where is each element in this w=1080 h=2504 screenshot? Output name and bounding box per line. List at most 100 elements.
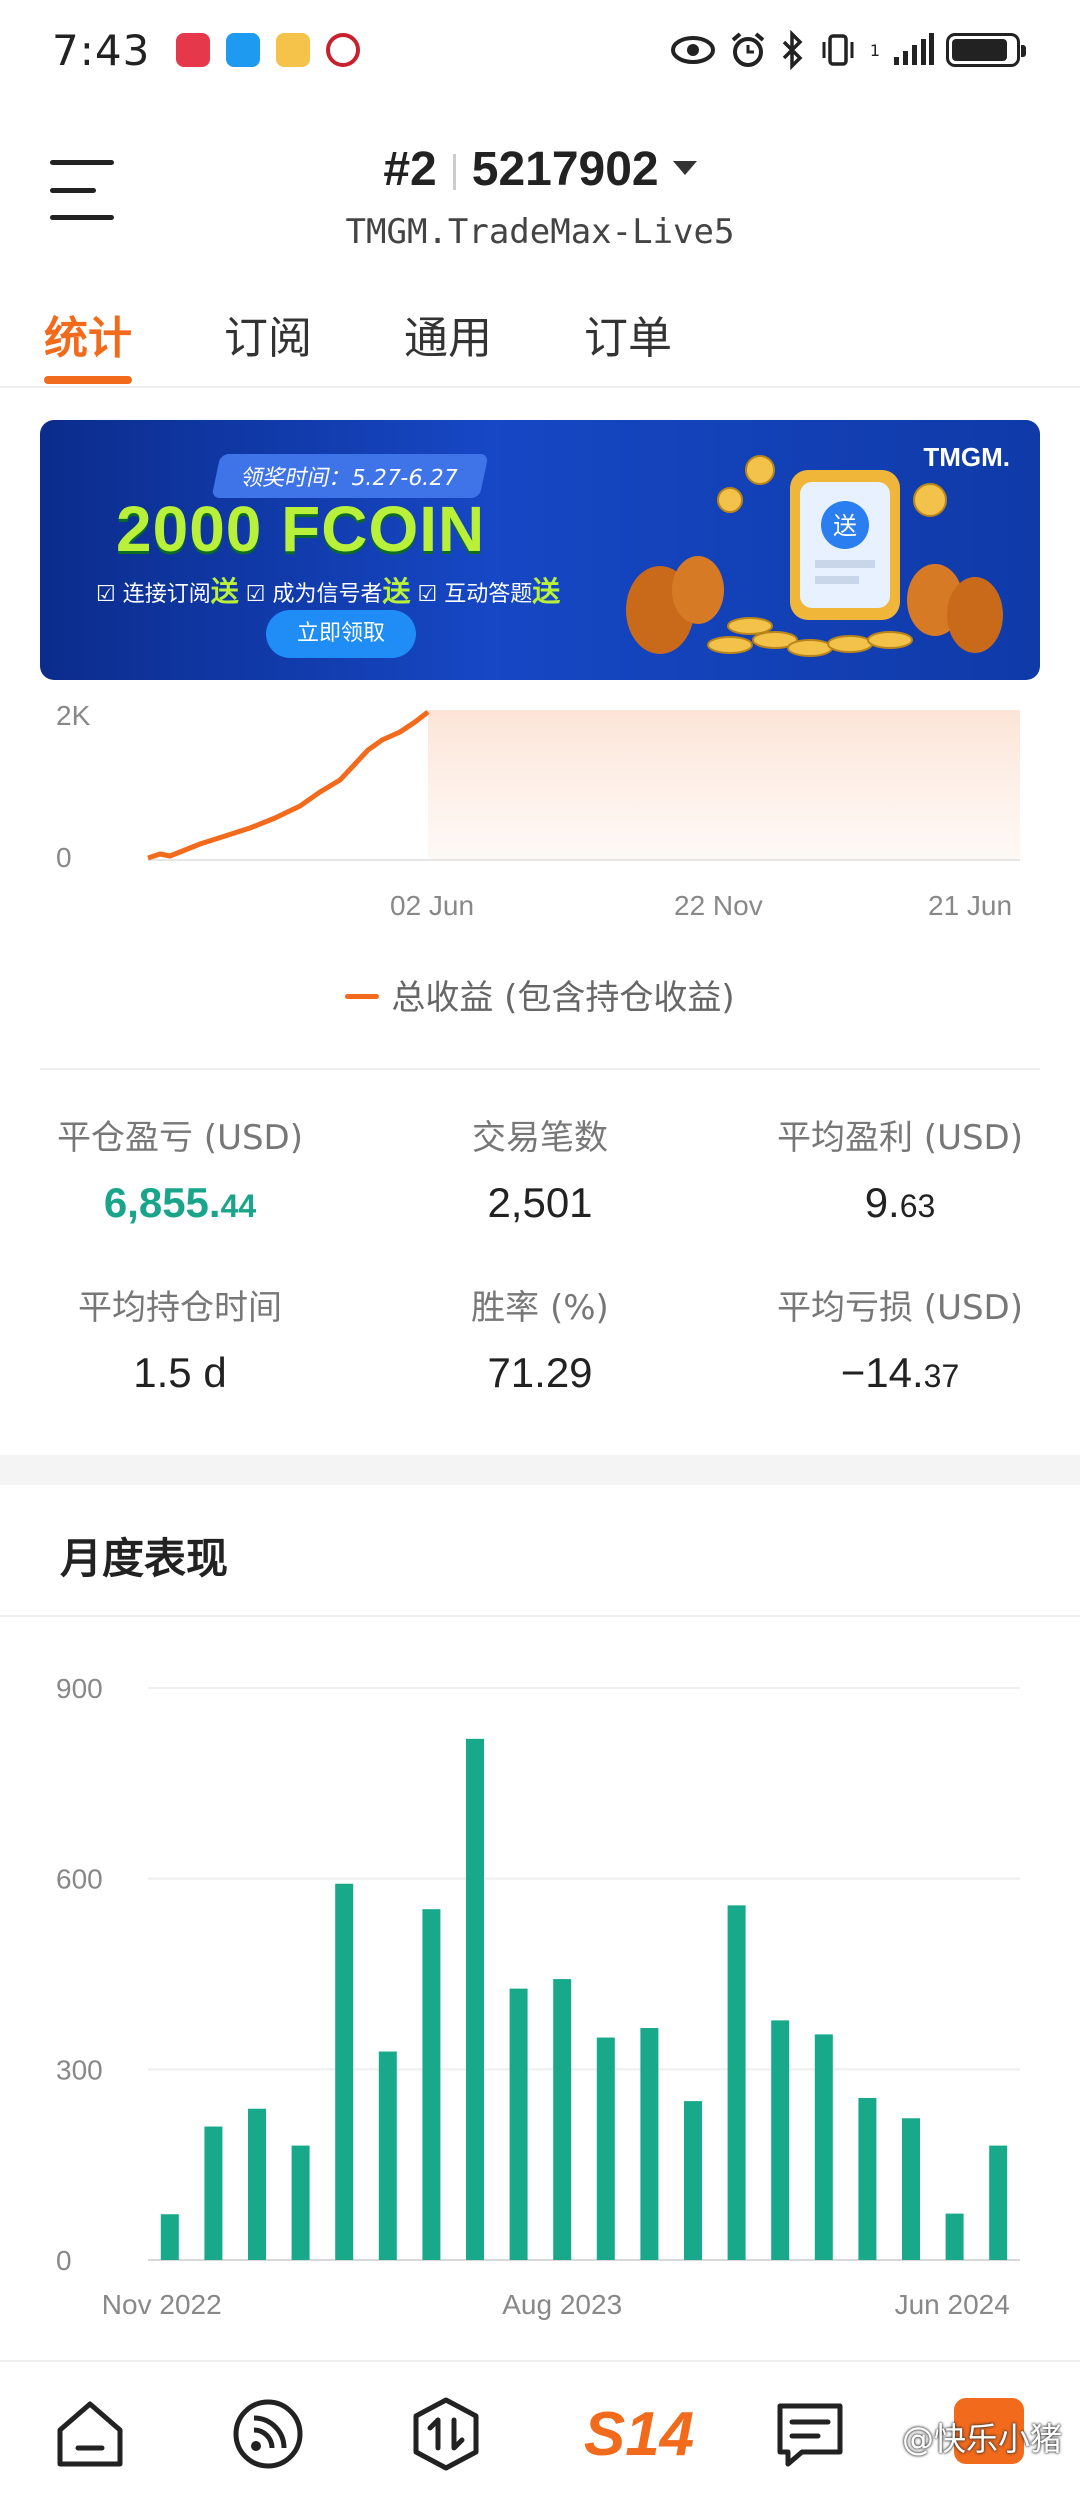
- stat-label: 平均盈利 (USD): [777, 1118, 1023, 1158]
- account-selector[interactable]: #2 5217902: [0, 142, 1080, 197]
- monthly-bar-chart-svg: 900 600 300 0 Nov 2022 Aug 2023 Jun 2024: [56, 1673, 1020, 2320]
- stat-label: 胜率 (%): [471, 1288, 609, 1328]
- bar[interactable]: [291, 2145, 310, 2260]
- stat-label: 平仓盈亏 (USD): [57, 1118, 303, 1158]
- bank-app-icon: [326, 33, 361, 67]
- stat-value: 1.5 d: [133, 1349, 227, 1396]
- stat-value: 6,855.44: [103, 1179, 257, 1226]
- bar[interactable]: [335, 1883, 354, 2260]
- y-tick-label: 0: [56, 2245, 72, 2276]
- stat-closed-pnl: 平仓盈亏 (USD) 6,855.44: [0, 1110, 360, 1227]
- watermark: @快乐小猪: [901, 2420, 1062, 2458]
- stat-value: −14.37: [840, 1349, 960, 1396]
- x-tick-label: Aug 2023: [502, 2289, 622, 2320]
- banner-sub-item: 连接订阅: [122, 582, 211, 607]
- bar[interactable]: [422, 1909, 441, 2260]
- x-tick-label: Nov 2022: [102, 2289, 222, 2320]
- vibrate-icon: [822, 34, 854, 66]
- bar[interactable]: [596, 2037, 615, 2260]
- x-tick-label: Jun 2024: [895, 2289, 1010, 2320]
- divider: [40, 1068, 1040, 1070]
- banner-sub-item: 成为信号者: [272, 582, 383, 607]
- stat-value: 9.63: [864, 1179, 936, 1226]
- check-icon: ☑: [96, 582, 116, 607]
- banner-sub-item: 互动答题: [444, 582, 533, 607]
- game-app-icon: [276, 33, 311, 67]
- bar[interactable]: [640, 2028, 659, 2260]
- caret-down-icon: [672, 161, 697, 176]
- chart-legend[interactable]: 总收益 (包含持仓收益): [0, 970, 1080, 1019]
- equity-line: [147, 710, 430, 861]
- bar[interactable]: [204, 2126, 223, 2260]
- bluetooth-icon: [782, 30, 803, 70]
- tab-general[interactable]: 通用: [404, 288, 492, 388]
- money-bags-illustration: 送: [626, 455, 1003, 657]
- bar[interactable]: [727, 1905, 746, 2260]
- bar[interactable]: [771, 2020, 790, 2260]
- nav-messages[interactable]: [770, 2394, 850, 2474]
- bar[interactable]: [248, 2108, 266, 2260]
- check-icon: ☑: [245, 582, 266, 607]
- account-number: 5217902: [471, 143, 659, 196]
- bar[interactable]: [160, 2214, 179, 2260]
- bar[interactable]: [902, 2118, 920, 2260]
- y-tick-label: 600: [56, 1864, 103, 1895]
- signal-label: 1: [869, 40, 880, 60]
- bar[interactable]: [945, 2213, 964, 2260]
- section-separator: [0, 1455, 1080, 1485]
- bar[interactable]: [509, 1988, 528, 2260]
- nav-s14[interactable]: S14: [584, 2394, 694, 2474]
- x-tick-label: 02 Jun: [390, 890, 475, 921]
- status-time: 7:43: [52, 25, 151, 75]
- y-tick-label: 900: [56, 1673, 103, 1704]
- status-bar: 7:43 1: [0, 0, 1080, 100]
- bar[interactable]: [466, 1738, 484, 2260]
- stat-avg-loss: 平均亏损 (USD) −14.37: [720, 1280, 1080, 1397]
- nav-home[interactable]: [50, 2394, 130, 2474]
- monthly-performance-title: 月度表现: [60, 1534, 229, 1583]
- y-tick-label: 2K: [56, 700, 91, 731]
- signal-feed-icon: [233, 2399, 303, 2469]
- nav-trade[interactable]: [406, 2394, 486, 2474]
- stat-value: 2,501: [487, 1179, 593, 1226]
- battery-icon: [946, 33, 1026, 67]
- stat-label: 交易笔数: [472, 1118, 608, 1158]
- tab-orders[interactable]: 订单: [584, 288, 672, 388]
- banner-sub-bold: 送: [382, 575, 411, 608]
- tab-statistics[interactable]: 统计: [44, 288, 132, 388]
- app-header: #2 5217902 TMGM.TradeMax-Live5: [0, 120, 1080, 270]
- bar[interactable]: [553, 1979, 572, 2260]
- bar[interactable]: [684, 2101, 702, 2260]
- tab-bar: 统计 订阅 通用 订单: [0, 288, 1080, 388]
- banner-title: 2000 FCOIN: [116, 493, 486, 565]
- x-tick-label: 21 Jun: [928, 890, 1013, 921]
- stat-avg-profit: 平均盈利 (USD) 9.63: [720, 1110, 1080, 1227]
- message-icon: [777, 2403, 843, 2467]
- monthly-bar-chart: 900 600 300 0 Nov 2022 Aug 2023 Jun 2024: [0, 1640, 1080, 2340]
- bar[interactable]: [858, 2097, 877, 2260]
- check-icon: ☑: [417, 582, 438, 607]
- huawei-app-icon: [176, 33, 211, 67]
- bar[interactable]: [814, 2034, 833, 2260]
- stat-avg-hold-time: 平均持仓时间 1.5 d: [0, 1280, 360, 1397]
- alarm-icon: [731, 32, 765, 67]
- bar[interactable]: [989, 2145, 1008, 2260]
- home-icon: [57, 2401, 123, 2467]
- stat-value: 71.29: [487, 1349, 593, 1396]
- equity-area: [428, 710, 1020, 860]
- promo-banner[interactable]: 领奖时间：5.27-6.27 2000 FCOIN ☑ 连接订阅送 ☑ 成为信号…: [40, 420, 1040, 680]
- banner-subtitle: ☑ 连接订阅送 ☑ 成为信号者送 ☑ 互动答题送: [96, 570, 560, 610]
- y-tick-label: 300: [56, 2054, 103, 2085]
- signal-icon: [894, 33, 934, 65]
- claim-button[interactable]: 立即领取: [266, 610, 416, 658]
- nav-signals[interactable]: [228, 2394, 308, 2474]
- legend-line-marker: [345, 994, 380, 999]
- bar[interactable]: [378, 2051, 397, 2260]
- banner-sub-bold: 送: [532, 575, 561, 608]
- bottom-nav: S14 @快乐小猪: [0, 2360, 1080, 2504]
- y-tick-label: 0: [56, 842, 72, 873]
- eye-icon: [670, 36, 715, 64]
- s14-brand: S14: [583, 2399, 695, 2469]
- tab-subscribe[interactable]: 订阅: [224, 288, 312, 388]
- x-tick-label: 22 Nov: [674, 890, 763, 921]
